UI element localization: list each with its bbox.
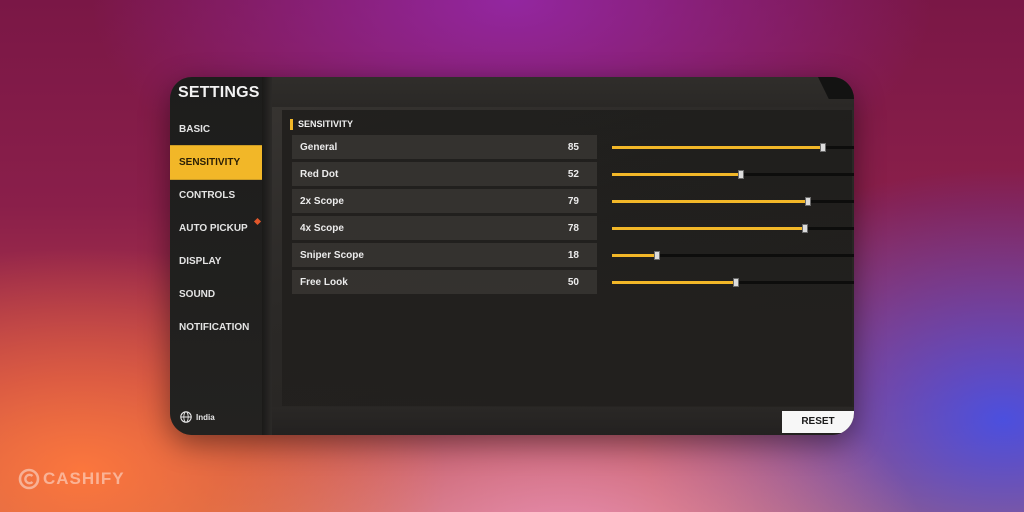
corner-tab xyxy=(818,77,854,99)
row-value: 78 xyxy=(567,223,579,234)
section-marker xyxy=(290,118,293,130)
section-title: SENSITIVITY xyxy=(298,119,354,129)
cashify-logo-icon xyxy=(18,468,40,490)
sidebar-item-sensitivity[interactable]: SENSITIVITY xyxy=(170,145,262,180)
slider-handle[interactable] xyxy=(802,224,809,233)
watermark-text: CASHIFY xyxy=(43,469,125,488)
sidebar-item-auto-pickup[interactable]: AUTO PICKUP xyxy=(170,211,262,246)
row-label: 4x Scope xyxy=(300,223,344,234)
slider-handle[interactable] xyxy=(819,143,826,152)
sidebar-divider xyxy=(262,77,272,435)
slider-fill xyxy=(612,200,808,203)
row-value: 52 xyxy=(567,169,579,180)
row-label: Sniper Scope xyxy=(300,250,364,261)
region-selector[interactable]: India xyxy=(180,411,215,423)
sensitivity-slider[interactable] xyxy=(612,170,854,179)
slider-handle[interactable] xyxy=(733,278,739,287)
sensitivity-row-2x-scope: 2x Scope 79 xyxy=(292,188,854,215)
sidebar: SETTINGS BASIC SENSITIVITY CONTROLS AUTO… xyxy=(170,77,262,435)
sensitivity-slider[interactable] xyxy=(612,251,854,260)
sidebar-item-notification[interactable]: NOTIFICATION xyxy=(170,310,262,345)
row-label: General xyxy=(300,142,338,153)
watermark: CASHIFY xyxy=(18,468,125,490)
slider-handle[interactable] xyxy=(653,251,660,260)
sidebar-nav: BASIC SENSITIVITY CONTROLS AUTO PICKUP D… xyxy=(170,113,262,344)
reset-button[interactable]: RESET xyxy=(782,411,854,433)
slider-handle[interactable] xyxy=(804,197,811,206)
sidebar-item-controls[interactable]: CONTROLS xyxy=(170,178,262,213)
row-label: 2x Scope xyxy=(300,196,344,207)
sidebar-item-sound[interactable]: SOUND xyxy=(170,277,262,312)
row-value: 18 xyxy=(567,250,579,261)
row-value: 50 xyxy=(567,277,579,288)
slider-fill xyxy=(612,254,657,257)
slider-fill xyxy=(612,146,823,149)
sidebar-item-basic[interactable]: BASIC xyxy=(170,112,262,147)
settings-window: SETTINGS BASIC SENSITIVITY CONTROLS AUTO… xyxy=(170,77,854,435)
sensitivity-slider[interactable] xyxy=(612,278,854,287)
slider-fill xyxy=(612,281,736,284)
sensitivity-row-red-dot: Red Dot 52 xyxy=(292,161,854,188)
globe-icon xyxy=(180,411,192,423)
sidebar-item-label: CONTROLS xyxy=(179,189,236,202)
row-value: 79 xyxy=(567,196,579,207)
sensitivity-rows: General 85 Red Dot 52 2x Scope 79 4x Scope 78 Sn… xyxy=(292,134,854,296)
sensitivity-row-4x-scope: 4x Scope 78 xyxy=(292,215,854,242)
sensitivity-slider[interactable] xyxy=(612,197,854,206)
slider-handle[interactable] xyxy=(737,170,744,179)
slider-fill xyxy=(612,173,741,176)
sidebar-item-display[interactable]: DISPLAY xyxy=(170,244,262,279)
row-value: 85 xyxy=(567,142,579,153)
sensitivity-row-free-look: Free Look 50 xyxy=(292,269,854,296)
sensitivity-panel: SENSITIVITY General 85 Red Dot 52 2x Scope 79… xyxy=(282,110,854,406)
row-label: Free Look xyxy=(300,277,348,288)
bottom-bar: RESET xyxy=(272,407,854,435)
row-label: Red Dot xyxy=(300,169,339,180)
region-label: India xyxy=(196,412,215,422)
sensitivity-slider[interactable] xyxy=(612,224,854,233)
sensitivity-slider[interactable] xyxy=(612,143,854,152)
settings-title: SETTINGS xyxy=(178,84,260,101)
section-header: SENSITIVITY xyxy=(290,118,353,130)
sensitivity-row-sniper-scope: Sniper Scope 18 xyxy=(292,242,854,269)
top-bar xyxy=(272,77,854,107)
sensitivity-row-general: General 85 xyxy=(292,134,854,161)
slider-fill xyxy=(612,227,806,230)
